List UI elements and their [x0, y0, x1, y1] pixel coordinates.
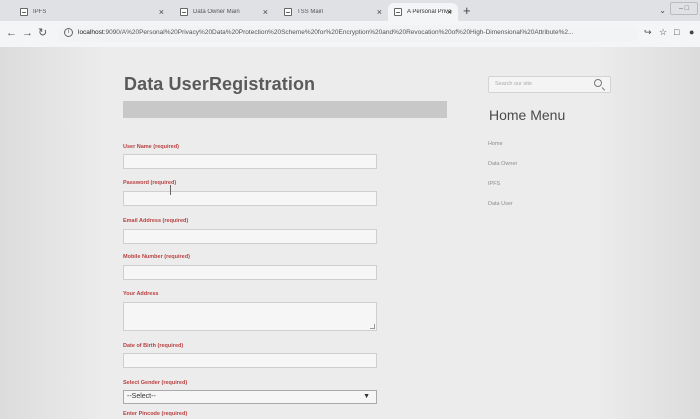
profile-icon[interactable]: ●	[689, 27, 694, 37]
back-icon[interactable]: ←	[6, 26, 17, 40]
menu-item-home[interactable]: Home	[488, 141, 503, 147]
share-icon[interactable]: ↪	[644, 27, 652, 38]
page-icon	[394, 8, 402, 16]
tab-data-owner-main[interactable]: Data Owner Main ×	[174, 3, 274, 21]
address-bar[interactable]: i localhost:9090/A%20Personal%20Privacy%…	[58, 25, 638, 42]
username-input[interactable]	[123, 154, 377, 169]
page-icon	[284, 8, 292, 16]
star-icon[interactable]: ☆	[659, 27, 667, 38]
tab-tss-main[interactable]: TSS Main ×	[278, 3, 388, 21]
username-label: User Name (required)	[123, 144, 179, 150]
page-content: Data UserRegistration User Name (require…	[0, 47, 700, 419]
email-label: Email Address (required)	[123, 218, 189, 224]
title-bar	[123, 101, 447, 118]
url-path: :9090/A%20Personal%20Privacy%20Data%20Pr…	[103, 29, 574, 36]
tab-title: A Personal Privacy Data Protecti	[407, 9, 452, 15]
close-icon[interactable]: ×	[377, 7, 382, 17]
chevron-down-icon[interactable]: ⌄	[659, 6, 666, 15]
url-text[interactable]: localhost:9090/A%20Personal%20Privacy%20…	[78, 29, 623, 36]
dob-input[interactable]	[123, 353, 377, 368]
tab-ipfs[interactable]: IPFS ×	[14, 3, 170, 21]
gender-selected-value: --Select--	[127, 393, 156, 400]
pincode-label: Enter Pincode (required)	[123, 411, 188, 417]
tab-title: TSS Main	[297, 9, 324, 15]
tab-active-page[interactable]: A Personal Privacy Data Protecti ×	[388, 3, 458, 21]
close-icon[interactable]: ×	[447, 7, 452, 17]
info-icon[interactable]: i	[64, 28, 73, 37]
gender-select[interactable]: --Select-- ▼	[123, 390, 377, 404]
menu-item-data-owner[interactable]: Data Owner	[488, 161, 517, 167]
search-placeholder: Search our site	[495, 81, 532, 87]
mobile-input[interactable]	[123, 265, 377, 280]
close-icon[interactable]: ×	[159, 7, 164, 17]
password-label: Password (required)	[123, 180, 177, 186]
dob-label: Date of Birth (required)	[123, 343, 184, 349]
url-host: localhost	[78, 29, 104, 36]
password-input[interactable]	[123, 191, 377, 206]
site-search-input[interactable]: Search our site	[488, 76, 611, 93]
side-panel-icon[interactable]: □	[674, 27, 679, 37]
resize-handle-icon[interactable]	[370, 324, 375, 329]
search-icon[interactable]	[594, 79, 602, 87]
window-controls[interactable]: – □	[670, 2, 698, 15]
menu-item-ipfs[interactable]: IPFS	[488, 181, 500, 187]
tab-title: Data Owner Main	[193, 9, 240, 15]
address-label: Your Address	[123, 291, 159, 297]
page-title: Data UserRegistration	[124, 74, 316, 94]
reload-icon[interactable]: ↻	[38, 26, 47, 40]
dropdown-arrow-icon: ▼	[363, 393, 370, 400]
address-textarea[interactable]	[123, 302, 377, 331]
menu-title: Home Menu	[489, 107, 566, 123]
gender-label: Select Gender (required)	[123, 380, 188, 386]
text-cursor	[170, 185, 171, 195]
menu-item-data-user[interactable]: Data User	[488, 201, 513, 207]
mobile-label: Mobile Number (required)	[123, 254, 190, 260]
page-icon	[20, 8, 28, 16]
tab-title: IPFS	[33, 9, 47, 15]
tab-strip: IPFS × Data Owner Main × TSS Main × A Pe…	[0, 0, 700, 21]
close-icon[interactable]: ×	[263, 7, 268, 17]
new-tab-button[interactable]: +	[463, 3, 471, 19]
forward-icon[interactable]: →	[22, 26, 33, 40]
email-input[interactable]	[123, 229, 377, 244]
browser-toolbar: ← → ↻ i localhost:9090/A%20Personal%20Pr…	[0, 21, 700, 47]
page-icon	[180, 8, 188, 16]
